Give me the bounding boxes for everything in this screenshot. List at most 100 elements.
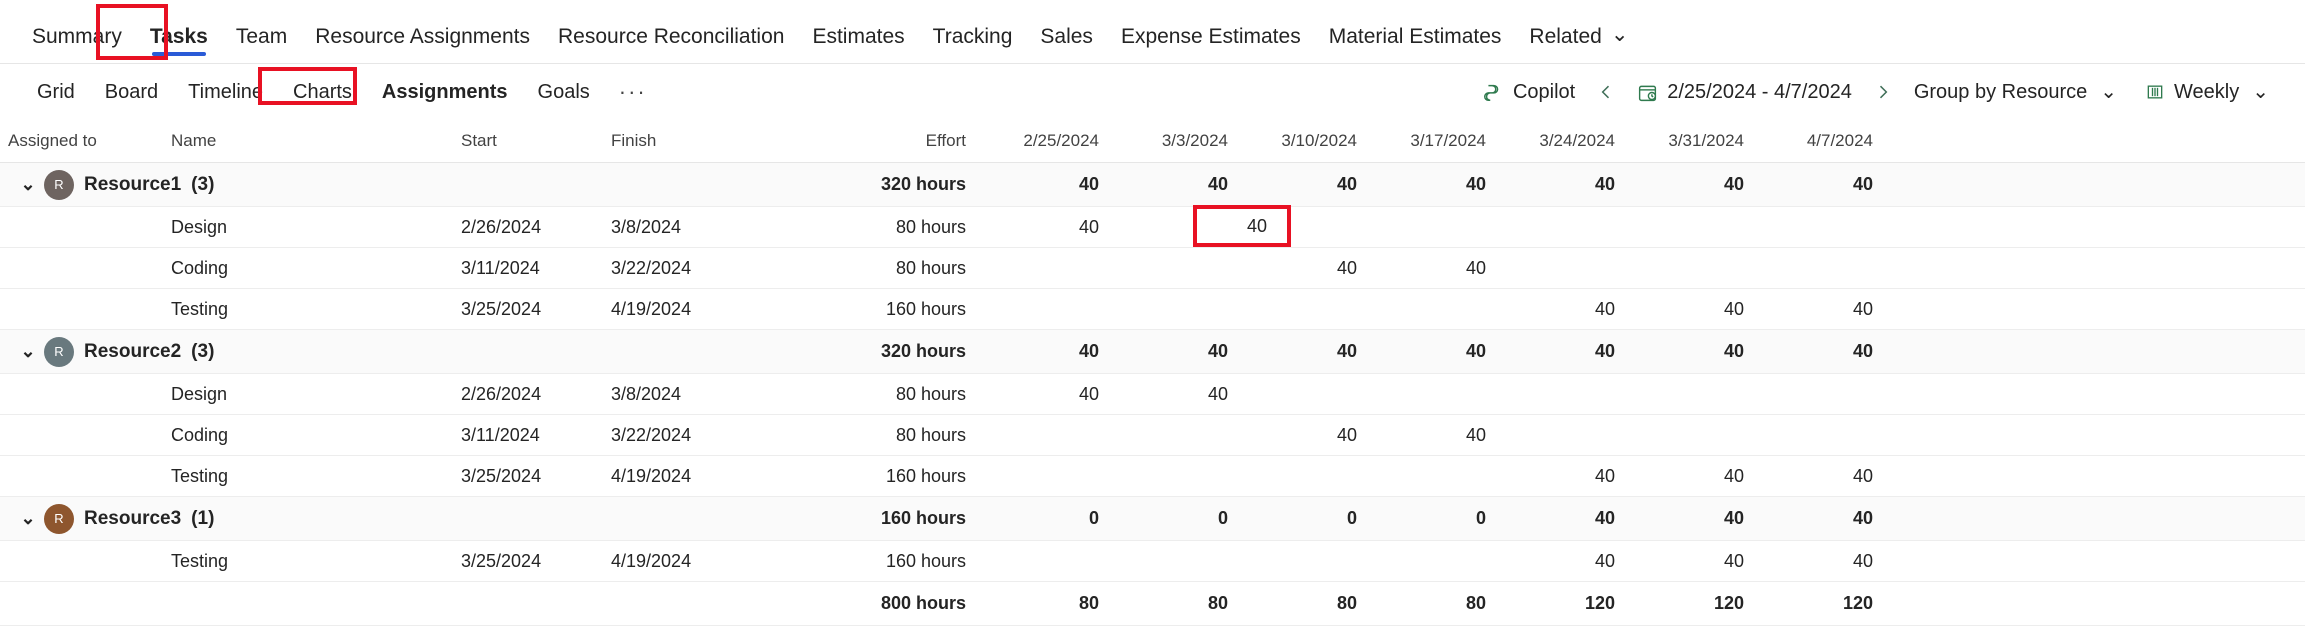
task-effort-cell[interactable]: 80 hours <box>761 415 994 456</box>
task-week-cell[interactable] <box>994 456 1123 497</box>
task-week-cell[interactable] <box>1381 374 1510 415</box>
task-week-cell[interactable]: 40 <box>1381 415 1510 456</box>
task-name-cell[interactable]: Testing <box>163 456 461 497</box>
tab-grid[interactable]: Grid <box>22 75 90 109</box>
previous-period-button[interactable] <box>1589 75 1623 109</box>
task-week-cell[interactable]: 40 <box>1510 541 1639 582</box>
column-header-week-3-3-2024[interactable]: 3/3/2024 <box>1123 120 1252 163</box>
tabs-overflow-button[interactable]: ··· <box>605 75 661 109</box>
task-week-cell[interactable] <box>1639 415 1768 456</box>
next-period-button[interactable] <box>1866 75 1900 109</box>
task-finish-cell[interactable]: 4/19/2024 <box>611 541 761 582</box>
column-header-start[interactable]: Start <box>461 120 611 163</box>
task-effort-cell[interactable]: 80 hours <box>761 248 994 289</box>
task-week-cell[interactable] <box>1510 207 1639 248</box>
task-week-cell[interactable] <box>1510 374 1639 415</box>
task-week-cell[interactable]: 40 <box>1123 374 1252 415</box>
nav-item-resource-reconciliation[interactable]: Resource Reconciliation <box>544 26 798 63</box>
task-week-cell[interactable] <box>1381 289 1510 330</box>
group-expand-toggle[interactable]: ⌄ <box>14 508 42 529</box>
task-effort-cell[interactable]: 160 hours <box>761 541 994 582</box>
nav-item-resource-assignments[interactable]: Resource Assignments <box>301 26 544 63</box>
column-header-week-3-17-2024[interactable]: 3/17/2024 <box>1381 120 1510 163</box>
group-expand-toggle[interactable]: ⌄ <box>14 174 42 195</box>
resource-group-row[interactable]: ⌄ R Resource3 (1) 160 hours 0 0 0 0 40 40 40 <box>0 496 2305 541</box>
column-header-week-4-7-2024[interactable]: 4/7/2024 <box>1768 120 1897 163</box>
nav-item-tracking[interactable]: Tracking <box>919 26 1027 63</box>
task-week-cell[interactable]: 40 <box>1768 289 1897 330</box>
table-row[interactable]: Testing 3/25/2024 4/19/2024 160 hours 40 40 40 <box>0 540 2305 582</box>
table-row[interactable]: Coding 3/11/2024 3/22/2024 80 hours 40 40 <box>0 414 2305 456</box>
date-range-picker[interactable]: 2/25/2024 - 4/7/2024 <box>1623 75 1866 109</box>
table-row[interactable]: Testing 3/25/2024 4/19/2024 160 hours 40 40 40 <box>0 455 2305 497</box>
task-week-cell[interactable]: 40 <box>1639 289 1768 330</box>
nav-item-estimates[interactable]: Estimates <box>798 26 918 63</box>
task-week-cell[interactable] <box>1123 289 1252 330</box>
table-row[interactable]: Design 2/26/2024 3/8/2024 80 hours 40 40 <box>0 206 2305 248</box>
tab-goals[interactable]: Goals <box>523 75 605 109</box>
task-week-cell[interactable] <box>1381 541 1510 582</box>
task-start-cell[interactable]: 2/26/2024 <box>461 207 611 248</box>
task-week-cell[interactable] <box>1381 207 1510 248</box>
table-row[interactable]: Testing 3/25/2024 4/19/2024 160 hours 40 40 40 <box>0 288 2305 330</box>
task-week-cell[interactable] <box>1639 248 1768 289</box>
task-week-cell[interactable] <box>994 248 1123 289</box>
nav-item-expense-estimates[interactable]: Expense Estimates <box>1107 26 1315 63</box>
column-header-finish[interactable]: Finish <box>611 120 761 163</box>
task-week-cell[interactable] <box>1252 289 1381 330</box>
task-week-cell[interactable]: 40 <box>1639 456 1768 497</box>
task-name-cell[interactable]: Testing <box>163 289 461 330</box>
task-week-cell[interactable] <box>1639 207 1768 248</box>
tab-timeline[interactable]: Timeline <box>173 75 278 109</box>
task-week-cell[interactable] <box>994 541 1123 582</box>
task-finish-cell[interactable]: 3/22/2024 <box>611 415 761 456</box>
resource-group-row[interactable]: ⌄ R Resource2 (3) 320 hours 40 40 40 40 40 40 40 <box>0 329 2305 374</box>
task-week-cell[interactable]: 40 <box>1510 289 1639 330</box>
task-start-cell[interactable]: 2/26/2024 <box>461 374 611 415</box>
task-week-cell[interactable] <box>1768 415 1897 456</box>
nav-item-sales[interactable]: Sales <box>1026 26 1107 63</box>
task-name-cell[interactable]: Design <box>163 374 461 415</box>
task-week-cell[interactable] <box>1381 456 1510 497</box>
task-week-cell[interactable]: 40 <box>1639 541 1768 582</box>
task-week-cell[interactable] <box>1768 207 1897 248</box>
task-name-cell[interactable]: Coding <box>163 248 461 289</box>
task-effort-cell[interactable]: 80 hours <box>761 374 994 415</box>
nav-item-related[interactable]: Related ⌄ <box>1515 24 1642 63</box>
task-week-cell[interactable]: 40 <box>1768 541 1897 582</box>
task-week-cell[interactable] <box>1123 541 1252 582</box>
task-finish-cell[interactable]: 3/8/2024 <box>611 374 761 415</box>
task-start-cell[interactable]: 3/11/2024 <box>461 248 611 289</box>
task-finish-cell[interactable]: 4/19/2024 <box>611 456 761 497</box>
task-effort-cell[interactable]: 160 hours <box>761 456 994 497</box>
table-row[interactable]: Coding 3/11/2024 3/22/2024 80 hours 40 40 <box>0 247 2305 289</box>
task-week-cell[interactable] <box>1123 456 1252 497</box>
task-finish-cell[interactable]: 3/22/2024 <box>611 248 761 289</box>
nav-item-team[interactable]: Team <box>222 26 301 63</box>
task-effort-cell[interactable]: 80 hours <box>761 207 994 248</box>
table-row[interactable]: Design 2/26/2024 3/8/2024 80 hours 40 40 <box>0 373 2305 415</box>
task-name-cell[interactable]: Testing <box>163 541 461 582</box>
nav-item-tasks[interactable]: Tasks <box>136 26 222 63</box>
task-week-cell[interactable]: 40 <box>1768 456 1897 497</box>
task-start-cell[interactable]: 3/25/2024 <box>461 541 611 582</box>
group-by-dropdown[interactable]: Group by Resource ⌄ <box>1900 75 2131 109</box>
task-week-cell[interactable]: 40 <box>1252 248 1381 289</box>
task-week-cell[interactable]: 40 <box>1381 248 1510 289</box>
group-expand-toggle[interactable]: ⌄ <box>14 341 42 362</box>
period-dropdown[interactable]: Weekly ⌄ <box>2131 75 2283 109</box>
resource-group-row[interactable]: ⌄ R Resource1 (3) 320 hours 40 40 40 40 40 40 40 <box>0 162 2305 207</box>
tab-charts[interactable]: Charts <box>278 75 367 109</box>
column-header-assigned-to[interactable]: Assigned to <box>0 120 163 163</box>
task-finish-cell[interactable]: 4/19/2024 <box>611 289 761 330</box>
task-week-cell[interactable]: 40 <box>1252 415 1381 456</box>
tab-assignments[interactable]: Assignments <box>367 75 523 109</box>
task-week-cell[interactable] <box>1123 248 1252 289</box>
task-start-cell[interactable]: 3/25/2024 <box>461 456 611 497</box>
task-week-cell[interactable]: 40 <box>994 207 1123 248</box>
task-week-cell[interactable] <box>1252 541 1381 582</box>
task-start-cell[interactable]: 3/11/2024 <box>461 415 611 456</box>
nav-item-summary[interactable]: Summary <box>18 26 136 63</box>
column-header-week-2-25-2024[interactable]: 2/25/2024 <box>994 120 1123 163</box>
column-header-week-3-31-2024[interactable]: 3/31/2024 <box>1639 120 1768 163</box>
